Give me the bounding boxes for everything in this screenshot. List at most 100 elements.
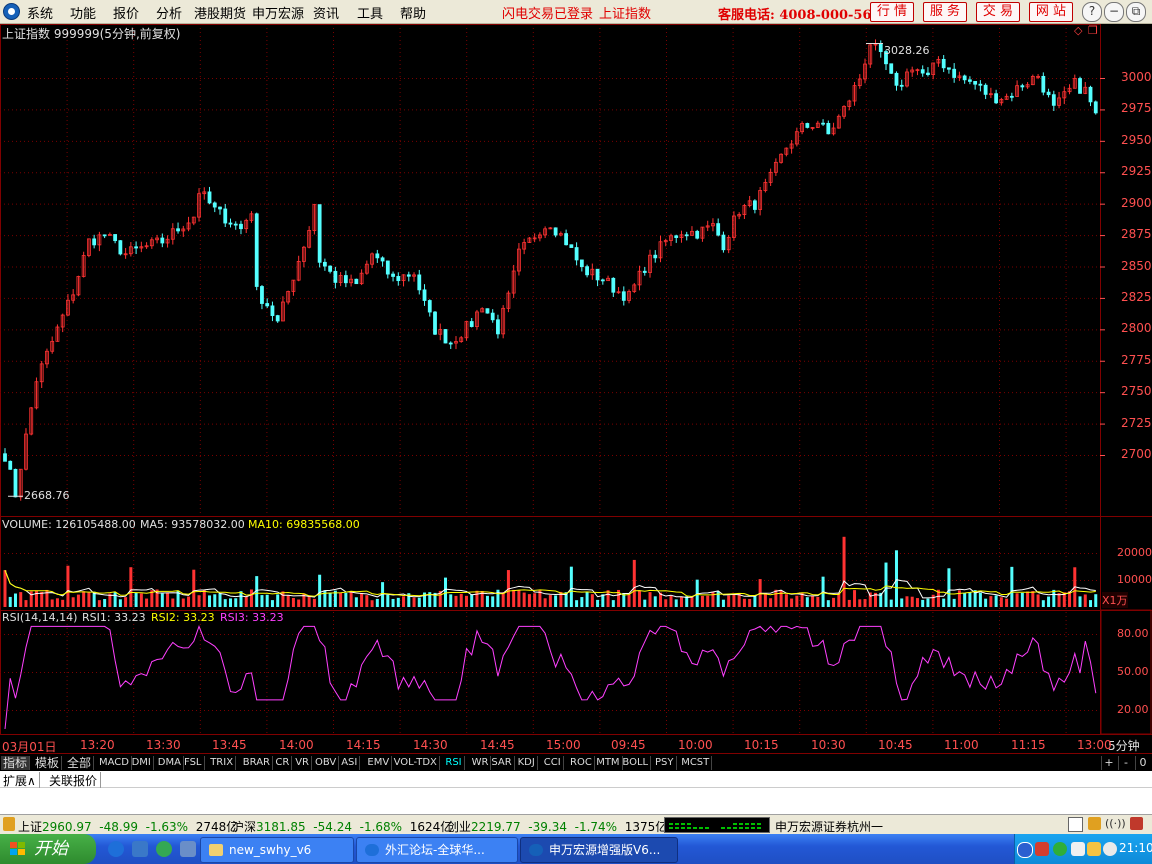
minimize-button[interactable]: − bbox=[1104, 2, 1124, 22]
menu-system[interactable]: 系统 bbox=[27, 3, 53, 22]
menu-shenwan[interactable]: 申万宏源 bbox=[252, 3, 304, 22]
tray-network-icon[interactable] bbox=[1071, 842, 1085, 856]
volume-bar bbox=[727, 595, 731, 607]
indicator-tab[interactable]: MCST bbox=[679, 756, 713, 770]
price-candle bbox=[695, 230, 700, 239]
volume-bar bbox=[512, 589, 516, 607]
app-logo-icon[interactable] bbox=[3, 3, 20, 20]
tray-security-icon[interactable] bbox=[1103, 842, 1117, 856]
current-security-link[interactable]: 上证指数 bbox=[599, 3, 651, 22]
website-button[interactable]: 网 站 bbox=[1029, 2, 1073, 22]
reset-button[interactable]: 0 bbox=[1135, 756, 1150, 770]
menu-quote[interactable]: 报价 bbox=[113, 3, 139, 22]
period-label[interactable]: 5分钟 bbox=[1108, 737, 1140, 754]
expand-tab[interactable]: 扩展∧ bbox=[0, 772, 40, 789]
tray-expand-icon[interactable] bbox=[1017, 842, 1033, 858]
start-button[interactable]: 开始 bbox=[0, 834, 96, 864]
indicator-tab[interactable]: FSL bbox=[182, 756, 205, 770]
indicator-tab[interactable]: PSY bbox=[653, 756, 677, 770]
indicator-tab[interactable]: MACD bbox=[97, 756, 132, 770]
chart-area[interactable]: 上证指数 999999(5分钟,前复权) ◇ ❐ 3028.26 2668.76… bbox=[0, 24, 1152, 754]
price-candle bbox=[805, 123, 810, 128]
indicator-tab[interactable]: CR bbox=[273, 756, 293, 770]
lock-icon[interactable] bbox=[1088, 817, 1101, 830]
task-forex-forum[interactable]: 外汇论坛-全球华... bbox=[356, 837, 518, 863]
ie-icon[interactable] bbox=[108, 841, 124, 857]
menu-function[interactable]: 功能 bbox=[70, 3, 96, 22]
help-window-button[interactable]: ? bbox=[1082, 2, 1102, 22]
indicator-tab[interactable]: 模板 bbox=[33, 756, 63, 770]
indicator-tab[interactable]: WR bbox=[470, 756, 492, 770]
indicator-tab[interactable]: OBV bbox=[313, 756, 340, 770]
price-candle bbox=[8, 460, 13, 470]
related-quotes-tab[interactable]: 关联报价 bbox=[46, 772, 102, 789]
price-candle bbox=[1041, 75, 1046, 93]
indicator-tab[interactable]: DMI bbox=[130, 756, 154, 770]
sh-index-quote[interactable]: 上证2960.97 -48.99 -1.63% 2748亿 bbox=[18, 818, 238, 835]
zoom-in-button[interactable]: + bbox=[1101, 756, 1116, 770]
volume-bar bbox=[1047, 596, 1051, 607]
quick-launch-icon[interactable] bbox=[180, 841, 196, 857]
show-desktop-icon[interactable] bbox=[132, 841, 148, 857]
indicator-tab[interactable]: VOL-TDX bbox=[392, 756, 440, 770]
rsi-tick: 20.00 bbox=[1117, 703, 1149, 716]
volume-bar bbox=[244, 596, 248, 607]
indicator-tab[interactable]: SAR bbox=[489, 756, 515, 770]
window-icon[interactable] bbox=[1068, 817, 1083, 832]
menu-help[interactable]: 帮助 bbox=[400, 3, 426, 22]
task-shenwan-app[interactable]: 申万宏源增强版V6... bbox=[520, 837, 678, 863]
tray-app-icon[interactable] bbox=[1035, 842, 1049, 856]
indicator-tab[interactable]: CCI bbox=[542, 756, 564, 770]
zoom-out-button[interactable]: - bbox=[1118, 756, 1133, 770]
market-button[interactable]: 行 情 bbox=[870, 2, 914, 22]
tray-volume-icon[interactable] bbox=[1087, 842, 1101, 856]
indicator-tab[interactable]: BOLL bbox=[620, 756, 652, 770]
indicator-tab[interactable]: BRAR bbox=[241, 756, 273, 770]
volume-bar bbox=[517, 590, 521, 607]
price-candle bbox=[1078, 78, 1082, 94]
trade-button[interactable]: 交 易 bbox=[976, 2, 1020, 22]
cy-index-quote[interactable]: 创业2219.77 -39.34 -1.74% 1375亿 bbox=[447, 818, 667, 835]
task-new-swhy[interactable]: new_swhy_v6 bbox=[200, 837, 354, 863]
price-candle bbox=[102, 234, 107, 237]
price-candle bbox=[952, 68, 957, 78]
kline-chart[interactable] bbox=[0, 24, 1152, 754]
indicator-tab[interactable]: VR bbox=[293, 756, 312, 770]
price-candle bbox=[579, 259, 584, 268]
indicator-tab[interactable]: ROC bbox=[568, 756, 595, 770]
hs-index-quote[interactable]: 沪深3181.85 -54.24 -1.68% 1624亿 bbox=[232, 818, 452, 835]
menu-hk-futures[interactable]: 港股期货 bbox=[194, 3, 246, 22]
network-icon[interactable] bbox=[1130, 817, 1143, 830]
restore-button[interactable]: ⧉ bbox=[1126, 2, 1146, 22]
indicator-tab[interactable]: 指标 bbox=[1, 756, 31, 770]
indicator-tab[interactable]: TRIX bbox=[208, 756, 237, 770]
menu-info[interactable]: 资讯 bbox=[313, 3, 339, 22]
volume-bar bbox=[811, 595, 815, 607]
volume-bar bbox=[978, 592, 982, 607]
indicator-tab[interactable]: KDJ bbox=[516, 756, 538, 770]
indicator-tab[interactable]: MTM bbox=[594, 756, 623, 770]
indicator-tab[interactable]: EMV bbox=[365, 756, 393, 770]
flash-trade-status-link[interactable]: 闪电交易已登录 bbox=[502, 3, 593, 22]
volume-bar bbox=[386, 594, 390, 607]
indicator-tab[interactable]: DMA bbox=[156, 756, 184, 770]
price-candle bbox=[485, 308, 490, 314]
browser-icon[interactable] bbox=[156, 841, 172, 857]
app-icon bbox=[529, 844, 543, 856]
alert-icon[interactable] bbox=[3, 817, 15, 831]
indicator-tab[interactable]: 全部 bbox=[65, 756, 95, 770]
indicator-tab[interactable]: ASI bbox=[339, 756, 361, 770]
service-button[interactable]: 服 务 bbox=[923, 2, 967, 22]
indicator-tab[interactable]: RSI bbox=[443, 756, 465, 770]
menu-tools[interactable]: 工具 bbox=[357, 3, 383, 22]
price-candle bbox=[265, 303, 270, 307]
volume-bar bbox=[166, 592, 170, 607]
volume-bar bbox=[832, 597, 836, 607]
menu-analysis[interactable]: 分析 bbox=[156, 3, 182, 22]
volume-header: VOLUME: 126105488.00 bbox=[2, 518, 136, 531]
price-candle bbox=[878, 43, 883, 52]
price-candle bbox=[396, 276, 401, 282]
restore-icon[interactable]: ❐ bbox=[1088, 24, 1098, 37]
tray-media-icon[interactable] bbox=[1053, 842, 1067, 856]
diamond-icon[interactable]: ◇ bbox=[1074, 24, 1082, 37]
